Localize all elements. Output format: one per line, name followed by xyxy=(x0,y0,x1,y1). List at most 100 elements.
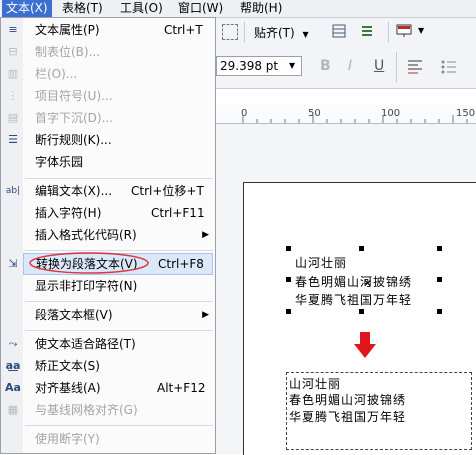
menu-bar: 文本(X) 表格(T) 工具(O) 窗口(W) 帮助(H) xyxy=(0,0,476,18)
tab-stops-icon: ⊟ xyxy=(8,45,18,58)
menu-text[interactable]: 文本(X) xyxy=(2,0,52,17)
menu-table[interactable]: 表格(T) xyxy=(58,0,107,17)
menu-item-align-to-baseline-grid: 与基线网格对齐(G) xyxy=(23,399,213,421)
menu-item-label: 断行规则(K)... xyxy=(35,133,112,147)
menu-item-shortcut: Alt+F12 xyxy=(157,381,206,395)
menu-item-label: 使文本适合路径(T) xyxy=(35,337,136,351)
para-text-line: 春色明媚山河披锦绣 xyxy=(289,393,407,407)
line-break-icon: ☰ xyxy=(8,133,18,146)
menu-item-label: 文本属性(P) xyxy=(35,23,100,37)
menu-item-label: 对齐基线(A) xyxy=(35,381,101,395)
menu-tools[interactable]: 工具(O) xyxy=(116,0,167,17)
menu-item-label: 段落文本框(V) xyxy=(35,308,113,322)
menu-item-align-baseline[interactable]: 对齐基线(A) Alt+F12 xyxy=(23,377,213,399)
menu-item-shortcut: Ctrl+T xyxy=(164,23,203,37)
center-x-icon: ✕ xyxy=(363,277,373,290)
font-size-value: 29.398 pt xyxy=(220,59,279,73)
menu-item-label: 插入格式化代码(R) xyxy=(35,228,137,242)
menu-item-shortcut: Ctrl+F11 xyxy=(151,206,205,220)
menu-separator xyxy=(25,301,213,302)
menu-item-shortcut: Ctrl+位移+T xyxy=(131,184,204,198)
text-menu-dropdown: 文本属性(P) Ctrl+T 制表位(B)... 栏(O)... 项目符号(U).… xyxy=(0,17,216,454)
art-text-line: 华夏腾飞祖国万年轻 xyxy=(295,293,413,307)
list-icon[interactable] xyxy=(440,58,458,76)
menu-separator xyxy=(25,425,213,426)
menu-item-insert-formatting-code[interactable]: 插入格式化代码(R) ▶ xyxy=(23,224,213,246)
text-properties-icon: ≡ xyxy=(8,23,18,36)
menu-item-label: 首字下沉(D)... xyxy=(35,111,114,125)
toolbar-divider xyxy=(396,52,397,82)
menu-item-label: 矫正文本(S) xyxy=(35,359,100,373)
straighten-text-icon: a͟a xyxy=(5,359,21,372)
underline-icon[interactable]: U xyxy=(374,58,384,74)
paragraph-text-frame[interactable]: 山河壮丽 春色明媚山河披锦绣 华夏腾飞祖国万年轻 xyxy=(286,372,472,450)
art-text-line: 山河壮丽 xyxy=(295,256,348,270)
selection-handle[interactable] xyxy=(359,246,364,251)
menu-item-bullets: 项目符号(U)... xyxy=(23,85,213,107)
selection-handle[interactable] xyxy=(437,246,442,251)
selection-handle[interactable] xyxy=(437,277,442,282)
menu-item-columns: 栏(O)... xyxy=(23,63,213,85)
selection-handle[interactable] xyxy=(286,246,291,251)
chevron-down-icon: ▼ xyxy=(302,30,309,39)
menu-window[interactable]: 窗口(W) xyxy=(174,0,227,17)
drop-cap-icon: ▤ xyxy=(7,111,19,124)
menu-item-label: 插入字符(H) xyxy=(35,206,102,220)
bold-icon[interactable]: B xyxy=(320,58,331,74)
artistic-text-object[interactable]: 山河壮丽 春色明媚山河披锦绣 华夏腾飞祖国万年轻 ✕ xyxy=(286,246,442,314)
selection-handle[interactable] xyxy=(286,277,291,282)
menu-item-drop-cap: 首字下沉(D)... xyxy=(23,107,213,129)
menu-separator xyxy=(25,330,213,331)
menu-item-line-break-rules[interactable]: 断行规则(K)... xyxy=(23,129,213,151)
para-text-line: 山河壮丽 xyxy=(289,377,342,391)
selection-handle[interactable] xyxy=(359,309,364,314)
menu-item-label: 栏(O)... xyxy=(35,67,78,81)
menu-item-paragraph-text-frame[interactable]: 段落文本框(V) ▶ xyxy=(23,304,213,326)
menu-item-show-nonprinting-chars[interactable]: 显示非打印字符(N) xyxy=(23,275,213,297)
menu-item-use-hyphenation: 使用断字(Y) xyxy=(23,428,213,450)
snap-label: 贴齐(T) xyxy=(254,26,295,40)
chevron-down-icon: ▼ xyxy=(289,61,296,70)
display-icon[interactable] xyxy=(396,24,412,38)
menu-item-label: 使用断字(Y) xyxy=(35,432,100,446)
grid-icon[interactable] xyxy=(332,24,346,38)
property-bar-text: 29.398 pt ▼ B I U xyxy=(216,48,476,89)
menu-item-label: 制表位(B)... xyxy=(35,45,101,59)
menu-item-shortcut: Ctrl+F8 xyxy=(158,257,204,271)
para-text-line: 华夏腾飞祖国万年轻 xyxy=(289,410,407,424)
selection-icon[interactable] xyxy=(222,24,238,40)
submenu-arrow-icon: ▶ xyxy=(202,310,209,320)
align-baseline-icon: Aa xyxy=(5,381,21,394)
menu-item-label: 与基线网格对齐(G) xyxy=(35,403,138,417)
selection-handle[interactable] xyxy=(286,309,291,314)
art-text-line: 春色明媚山河披锦绣 xyxy=(295,275,413,289)
menu-item-text-properties[interactable]: 文本属性(P) Ctrl+T xyxy=(23,19,213,41)
menu-item-label: 项目符号(U)... xyxy=(35,89,113,103)
ruler-ticks xyxy=(242,115,468,123)
columns-icon: ▥ xyxy=(7,67,19,80)
annotation-circle xyxy=(29,252,149,274)
menu-item-tab-stops: 制表位(B)... xyxy=(23,41,213,63)
baseline-grid-icon: ▦ xyxy=(7,403,19,416)
font-size-select[interactable]: 29.398 pt ▼ xyxy=(216,56,302,76)
selection-handle[interactable] xyxy=(437,309,442,314)
menu-item-fit-text-to-path[interactable]: 使文本适合路径(T) xyxy=(23,333,213,355)
menu-item-label: 字体乐园 xyxy=(35,155,84,169)
italic-icon[interactable]: I xyxy=(348,58,352,74)
bullets-icon: ⋮ xyxy=(7,89,19,102)
menu-item-edit-text[interactable]: 编辑文本(X)... Ctrl+位移+T xyxy=(23,180,213,202)
menu-item-insert-character[interactable]: 插入字符(H) Ctrl+F11 xyxy=(23,202,213,224)
down-arrow-icon xyxy=(354,332,376,358)
chevron-down-icon[interactable]: ▼ xyxy=(418,26,424,35)
guides-icon[interactable] xyxy=(360,24,374,38)
toolbar-divider xyxy=(388,22,389,42)
menu-item-straighten-text[interactable]: 矫正文本(S) xyxy=(23,355,213,377)
menu-item-label: 编辑文本(X)... xyxy=(35,184,113,198)
convert-text-icon: ⇲ xyxy=(8,257,18,270)
menu-item-font-playground[interactable]: 字体乐园 xyxy=(23,151,213,173)
snap-button[interactable]: 贴齐(T) ▼ xyxy=(254,24,309,41)
align-icon[interactable] xyxy=(406,58,424,76)
menu-help[interactable]: 帮助(H) xyxy=(236,0,286,17)
submenu-arrow-icon: ▶ xyxy=(202,230,209,240)
menu-item-label: 显示非打印字符(N) xyxy=(35,279,138,293)
